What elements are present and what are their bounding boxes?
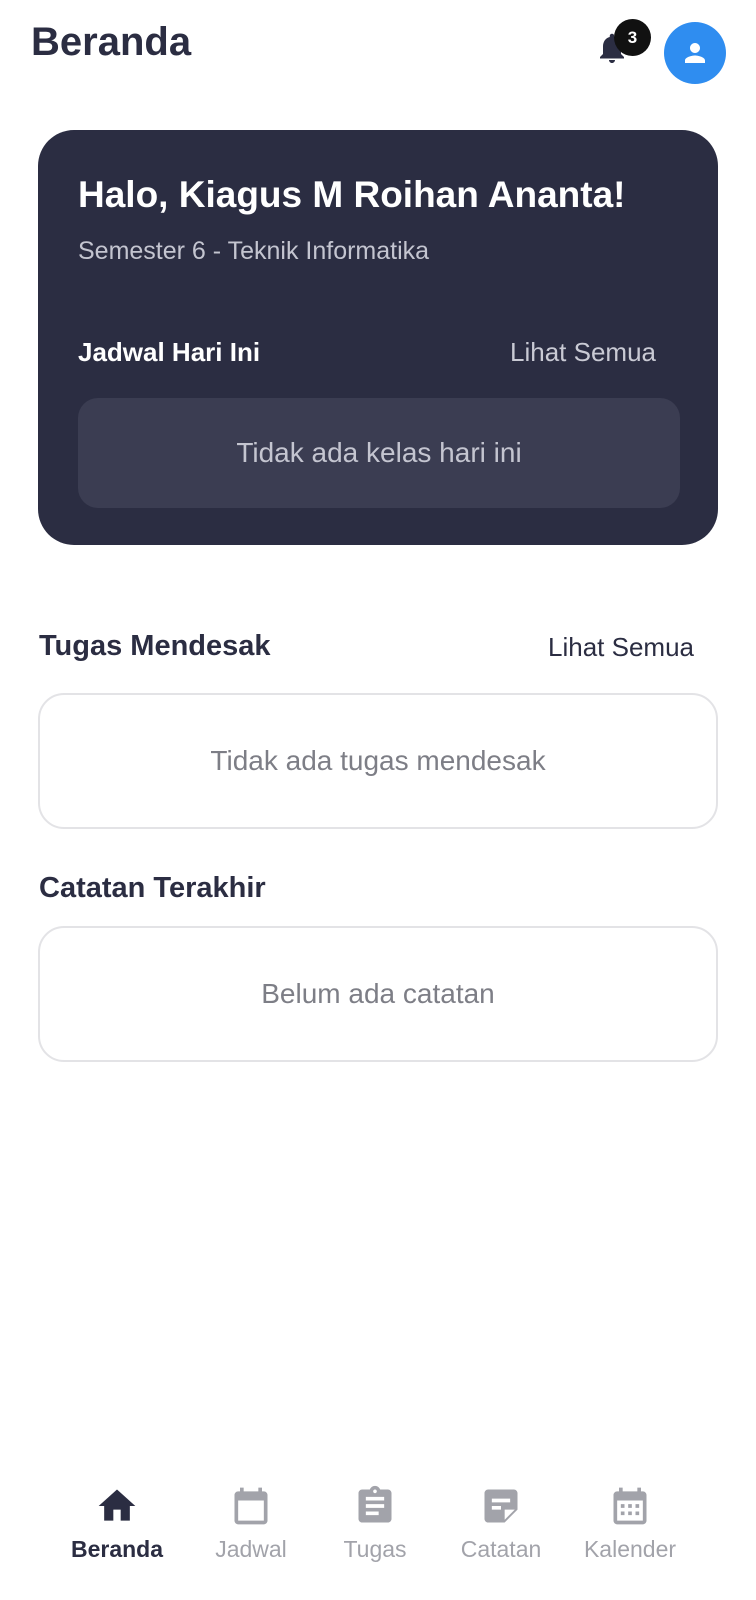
nav-label: Kalender — [583, 1536, 677, 1562]
greeting-card: Halo, Kiagus M Roihan Ananta! Semester 6… — [38, 130, 718, 545]
nav-label: Beranda — [70, 1536, 164, 1562]
recent-notes-title: Catatan Terakhir — [39, 872, 266, 904]
notes-empty-state: Belum ada catatan — [38, 926, 718, 1062]
urgent-tasks-title: Tugas Mendesak — [39, 630, 271, 662]
nav-item-beranda[interactable]: Beranda — [52, 1470, 182, 1580]
notifications-button[interactable]: 3 — [594, 19, 651, 72]
semester-info: Semester 6 - Teknik Informatika — [78, 237, 430, 265]
tasks-see-all-link[interactable]: Lihat Semua — [548, 632, 694, 663]
schedule-see-all-link[interactable]: Lihat Semua — [510, 337, 656, 368]
home-screen: Beranda 3 Halo, Kiagus M Roihan Ananta! … — [0, 0, 756, 1600]
calendar-blank-icon — [234, 1487, 268, 1525]
note-icon — [484, 1489, 518, 1523]
page-title: Beranda — [31, 20, 192, 64]
profile-avatar-button[interactable] — [664, 22, 726, 84]
nav-item-catatan[interactable]: Catatan — [436, 1470, 566, 1580]
tasks-empty-state: Tidak ada tugas mendesak — [38, 693, 718, 829]
nav-item-jadwal[interactable]: Jadwal — [186, 1470, 316, 1580]
greeting-text: Halo, Kiagus M Roihan Ananta! — [78, 174, 626, 215]
nav-item-kalender[interactable]: Kalender — [565, 1470, 695, 1580]
today-schedule-title: Jadwal Hari Ini — [78, 337, 261, 367]
nav-label: Tugas — [343, 1536, 407, 1562]
person-icon — [685, 43, 705, 63]
schedule-empty-state: Tidak ada kelas hari ini — [78, 398, 680, 508]
calendar-grid-icon — [613, 1487, 647, 1525]
bottom-navigation: Beranda Jadwal Tugas Catatan Kalender — [0, 1470, 756, 1600]
clipboard-icon — [358, 1485, 392, 1523]
notification-badge: 3 — [614, 19, 651, 56]
nav-label: Jadwal — [215, 1536, 287, 1562]
app-header: Beranda 3 — [0, 0, 756, 100]
nav-label: Catatan — [460, 1536, 542, 1562]
home-icon — [98, 1489, 136, 1521]
nav-item-tugas[interactable]: Tugas — [310, 1470, 440, 1580]
